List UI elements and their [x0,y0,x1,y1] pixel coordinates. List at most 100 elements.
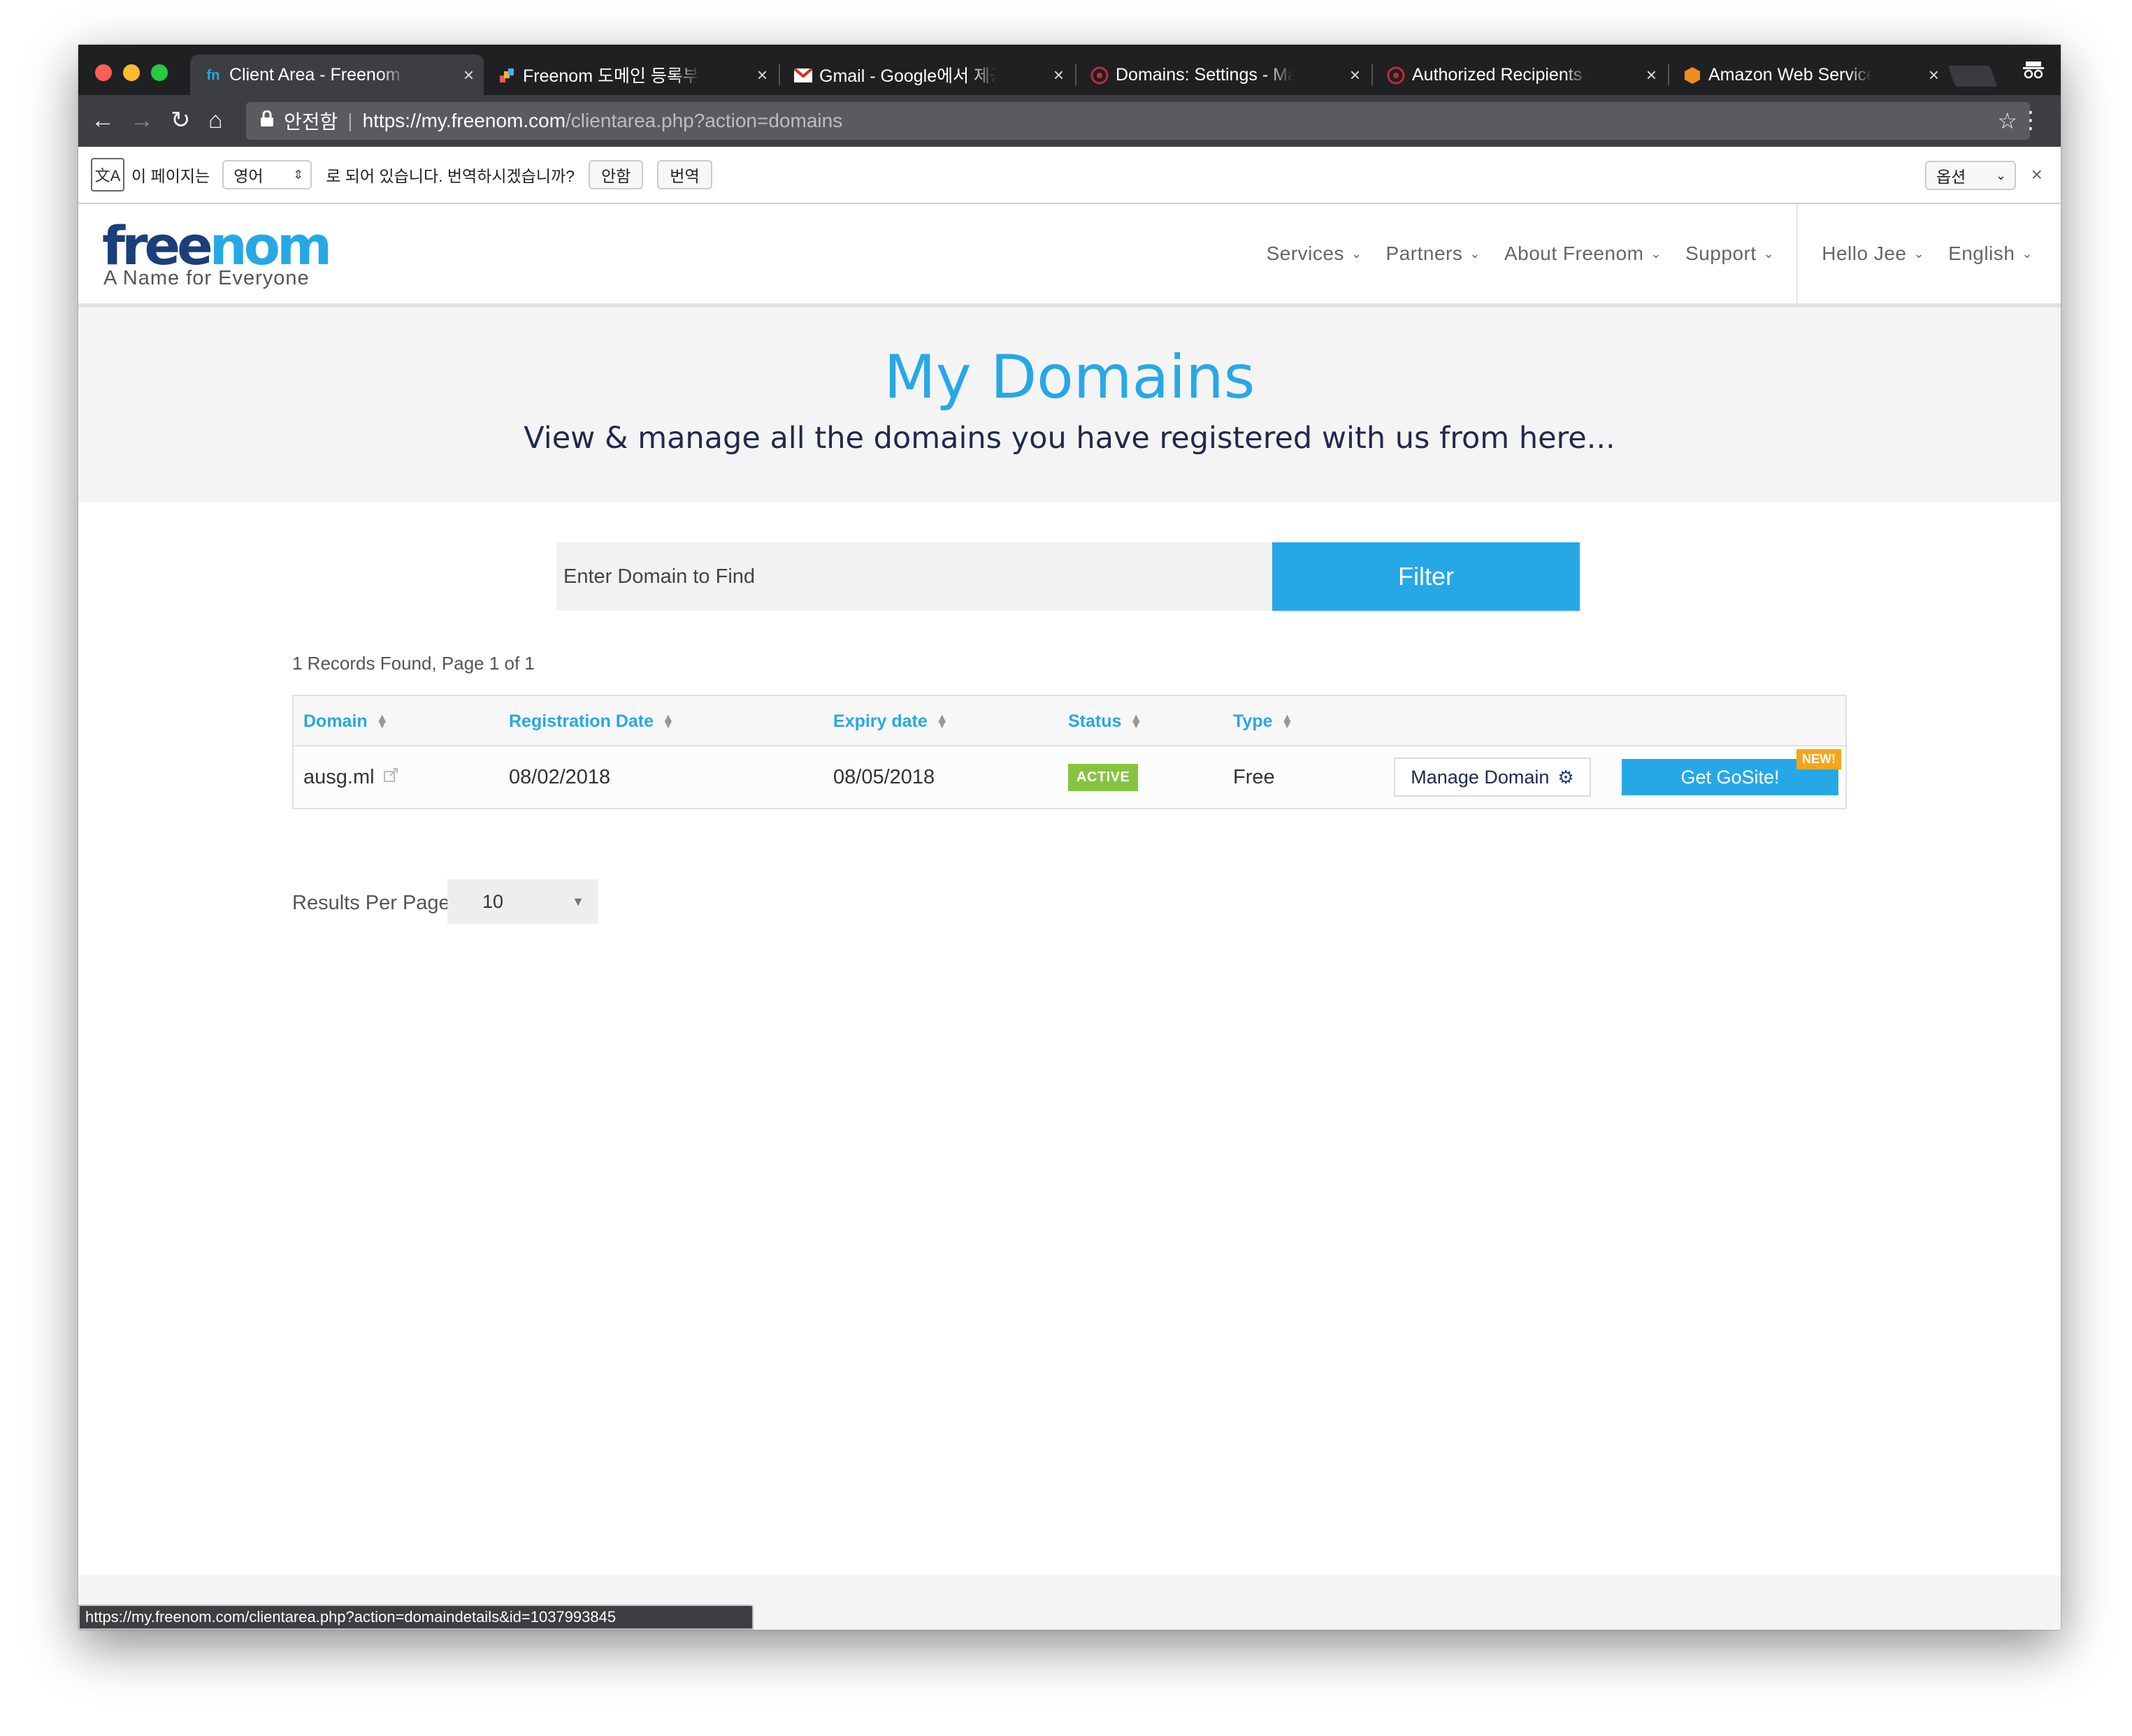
manage-domain-button[interactable]: Manage Domain ⚙ [1394,758,1591,797]
gmail-icon [794,66,812,85]
translate-suffix: 로 되어 있습니다. 번역하시겠습니까? [326,167,575,185]
link-status-bar: https://my.freenom.com/clientarea.php?ac… [78,1605,754,1630]
secure-label: 안전함 [284,111,338,133]
table-row: ausg.ml 08/02/2018 08/05/2018 ACTIVE Fre… [294,746,1845,808]
tab-gmail[interactable]: Gmail - Google에서 제공하는 × [780,55,1074,95]
results-per-page-value: 10 [482,890,504,912]
tab-freenom-guide[interactable]: Freenom 도메인 등록부터 네임 × [484,55,777,95]
tab-close-icon[interactable]: × [1053,64,1064,86]
url-host: https://my.freenom.com [362,110,566,131]
column-label: Registration Date [509,711,654,731]
status-cell: ACTIVE [1068,746,1139,808]
chevron-down-icon: ⌄ [1763,246,1775,261]
tab-close-icon[interactable]: × [1929,64,1939,86]
address-divider: | [347,110,353,131]
records-summary: 1 Records Found, Page 1 of 1 [292,653,535,674]
manage-domain-label: Manage Domain [1411,766,1550,788]
tab-title: Amazon Web Services Sign [1708,64,1872,85]
chevron-down-icon: ⌄ [1350,246,1362,261]
language-select[interactable]: 영어 ⇕ [222,160,312,189]
domain-cell: ausg.ml [303,746,398,808]
decline-translate-button[interactable]: 안함 [588,160,644,189]
close-translate-bar-icon[interactable]: × [2031,164,2043,186]
nav-partners[interactable]: Partners ⌄ [1386,243,1481,265]
nav-services[interactable]: Services ⌄ [1267,243,1362,265]
nav-about[interactable]: About Freenom ⌄ [1504,243,1662,265]
reload-icon[interactable]: ↻ [171,108,191,133]
tab-mailgun-recipients[interactable]: Authorized Recipients – Mail × [1373,55,1666,95]
aws-icon [1683,66,1701,85]
page-subtitle: View & manage all the domains you have r… [524,421,1615,456]
incognito-icon [2023,59,2044,85]
tab-close-icon[interactable]: × [1350,64,1360,86]
translate-bar: 文A 이 페이지는 영어 ⇕ 로 되어 있습니다. 번역하시겠습니까? 안함 번… [78,147,2061,204]
updown-caret-icon: ⇕ [293,167,304,182]
chevron-down-icon: ⌄ [1913,246,1925,261]
nav-language[interactable]: English ⌄ [1948,243,2033,265]
chevron-down-icon: ⌄ [1469,246,1481,261]
column-domain[interactable]: Domain ▲ ▼ [303,696,389,746]
logo-tagline: A Name for Everyone [103,267,310,289]
nav-label: About Freenom [1504,243,1644,264]
nav-label: Partners [1385,243,1463,264]
back-arrow-icon[interactable]: ← [91,108,115,133]
domains-table: Domain ▲ ▼ Registration Date ▲ ▼ Expiry date… [292,695,1847,809]
translate-button[interactable]: 번역 [657,160,712,189]
new-tab-button[interactable] [1947,66,1998,87]
nav-user-menu[interactable]: Hello Jee ⌄ [1822,243,1924,265]
caret-down-icon: ▼ [572,894,584,909]
minimize-window-button[interactable] [123,64,140,81]
tab-close-icon[interactable]: × [463,64,474,86]
nav-support[interactable]: Support ⌄ [1685,243,1774,265]
maximize-window-button[interactable] [151,64,168,81]
main-nav: Services ⌄ Partners ⌄ About Freenom ⌄ Suppo… [1243,204,2033,303]
language-value: 영어 [233,167,264,185]
hero-banner: My Domains View & manage all the domains… [78,308,2061,502]
external-link-icon[interactable] [383,767,398,787]
gear-icon: ⚙ [1557,766,1574,788]
filter-button[interactable]: Filter [1272,542,1580,611]
nav-label: English [1948,243,2015,264]
tab-close-icon[interactable]: × [1646,64,1657,86]
url-path: /clientarea.php?action=domains [566,110,843,131]
column-label: Expiry date [833,711,928,731]
nav-label: Services [1266,243,1344,264]
registration-date-cell: 08/02/2018 [509,765,611,788]
nav-label: Hello Jee [1822,243,1907,264]
domain-search-input[interactable]: Enter Domain to Find [556,542,1272,611]
sort-icon: ▲ ▼ [375,711,389,731]
options-label: 옵션 [1936,168,1966,186]
freenom-favicon-icon: fn [206,67,220,83]
sort-icon: ▲ ▼ [1281,711,1294,731]
translate-options-select[interactable]: 옵션 ⌄ [1925,161,2016,190]
chevron-down-icon: ⌄ [1995,168,2006,182]
sort-icon: ▲ ▼ [1130,711,1143,731]
translate-icon: 文A [91,158,124,191]
new-badge: NEW! [1796,749,1841,769]
tab-title: Client Area - Freenom [229,64,401,85]
column-registration-date[interactable]: Registration Date ▲ ▼ [509,696,675,746]
domain-link[interactable]: ausg.ml [303,766,375,789]
tab-aws[interactable]: Amazon Web Services Sign × [1669,55,1949,95]
bookmark-star-icon[interactable]: ☆ [1997,108,2017,134]
expiry-date-cell: 08/05/2018 [833,765,935,788]
browser-menu-icon[interactable]: ⋮ [2019,106,2043,134]
browser-toolbar: ← → ↻ ⌂ 안전함 | https://my.freenom.com/cli… [78,95,2061,147]
type-cell: Free [1233,765,1275,788]
forward-arrow-icon[interactable]: → [130,108,154,133]
results-per-page-select[interactable]: 10 ▼ [447,879,598,924]
column-status[interactable]: Status ▲ ▼ [1068,696,1142,746]
tab-client-area[interactable]: fn Client Area - Freenom × [190,55,484,95]
search-placeholder: Enter Domain to Find [563,565,756,588]
column-type[interactable]: Type ▲ ▼ [1233,696,1293,746]
chevron-down-icon: ⌄ [2022,246,2033,261]
home-icon[interactable]: ⌂ [208,108,223,133]
tab-close-icon[interactable]: × [757,64,768,86]
sort-icon: ▲ ▼ [935,711,949,731]
column-label: Domain [303,711,368,731]
column-expiry-date[interactable]: Expiry date ▲ ▼ [833,696,949,746]
address-bar[interactable]: 안전함 | https://my.freenom.com/clientarea.… [246,102,2030,140]
sort-icon: ▲ ▼ [661,711,675,731]
tab-mailgun-settings[interactable]: Domains: Settings - Mailgun × [1076,55,1370,95]
close-window-button[interactable] [95,64,112,81]
